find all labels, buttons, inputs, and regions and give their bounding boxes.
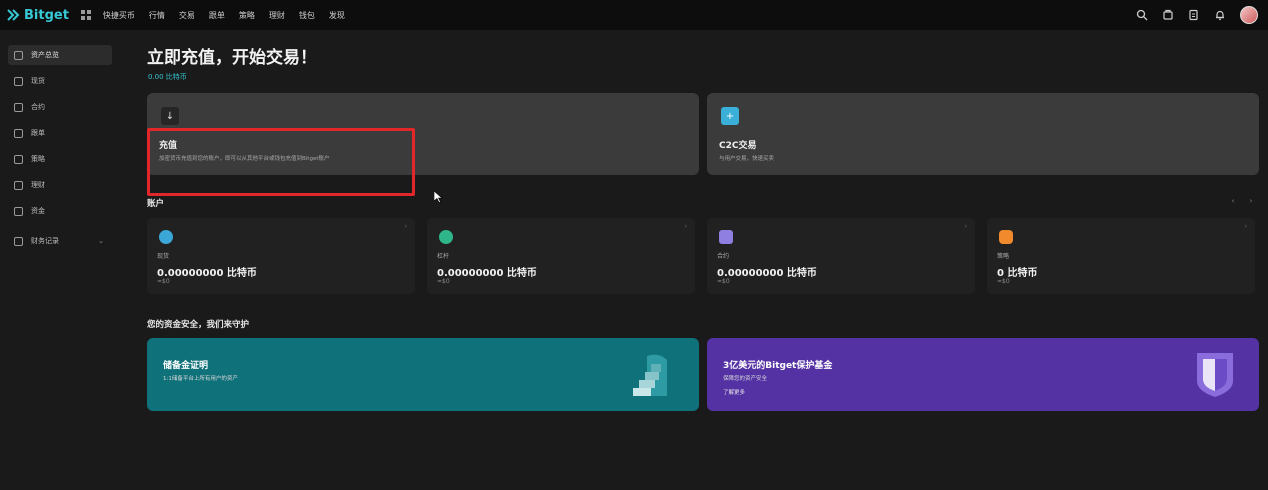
reserve-banner-desc: 1:1储备平台上所有用户的资产 bbox=[163, 376, 238, 382]
futures-icon bbox=[719, 230, 733, 244]
account-balance: 0.00000000 比特币 bbox=[717, 268, 817, 279]
robot-icon bbox=[999, 230, 1013, 244]
sidebar-item-contract[interactable]: 合约 bbox=[8, 97, 112, 117]
more-icon[interactable]: › bbox=[685, 223, 687, 230]
account-card-spot[interactable]: › 现货 0.00000000 比特币 ≈$0 bbox=[147, 218, 415, 294]
spot-icon bbox=[159, 230, 173, 244]
more-icon[interactable]: › bbox=[405, 223, 407, 230]
mouse-cursor-icon bbox=[434, 191, 442, 203]
sidebar-item-overview[interactable]: 资产总览 bbox=[8, 45, 112, 65]
topbar-actions bbox=[1136, 0, 1258, 30]
red-highlight-box bbox=[147, 128, 415, 196]
nav-markets[interactable]: 行情 bbox=[149, 10, 165, 21]
account-fiat: ≈$0 bbox=[717, 278, 730, 285]
shield-icon bbox=[1197, 353, 1233, 397]
account-fiat: ≈$0 bbox=[997, 278, 1010, 285]
nav-strategy[interactable]: 策略 bbox=[239, 10, 255, 21]
account-name: 杠杆 bbox=[437, 253, 450, 260]
more-icon[interactable]: › bbox=[965, 223, 967, 230]
c2c-icon: + bbox=[721, 107, 739, 125]
record-icon bbox=[14, 236, 23, 246]
apps-grid-icon[interactable] bbox=[80, 10, 91, 20]
download-arrow-icon: ↓ bbox=[161, 107, 179, 125]
overview-icon bbox=[14, 50, 23, 60]
main-nav: 快捷买币 行情 交易 跟单 策略 理财 钱包 发现 bbox=[103, 10, 345, 21]
learn-more-link[interactable]: 了解更多 bbox=[723, 388, 745, 396]
sidebar-item-label: 现货 bbox=[31, 77, 45, 85]
account-name: 合约 bbox=[717, 253, 730, 260]
sidebar-item-funds[interactable]: 资金 bbox=[8, 201, 112, 221]
sidebar-item-copy-trade[interactable]: 跟单 bbox=[8, 123, 112, 143]
account-fiat: ≈$0 bbox=[437, 278, 450, 285]
account-card-futures[interactable]: › 合约 0.00000000 比特币 ≈$0 bbox=[707, 218, 975, 294]
sidebar-item-strategy[interactable]: 策略 bbox=[8, 149, 112, 169]
sidebar-item-earn[interactable]: 理财 bbox=[8, 175, 112, 195]
sidebar-item-records[interactable]: 财务记录 ⌄ bbox=[8, 231, 112, 251]
nav-wallet[interactable]: 钱包 bbox=[299, 10, 315, 21]
accounts-section-title: 账户 bbox=[147, 199, 165, 209]
account-name: 现货 bbox=[157, 253, 170, 260]
nav-trade[interactable]: 交易 bbox=[179, 10, 195, 21]
brand-name: Bitget bbox=[24, 7, 69, 23]
page-title: 立即充值，开始交易！ bbox=[147, 48, 317, 68]
sidebar-item-label: 资金 bbox=[31, 207, 45, 215]
account-card-margin[interactable]: › 杠杆 0.00000000 比特币 ≈$0 bbox=[427, 218, 695, 294]
sidebar-item-label: 策略 bbox=[31, 155, 45, 163]
balance-link[interactable]: 0.00 比特币 bbox=[148, 72, 187, 82]
bitget-logo-icon bbox=[7, 9, 20, 21]
account-name: 策略 bbox=[997, 253, 1010, 260]
sidebar-item-label: 资产总览 bbox=[31, 51, 59, 59]
nav-earn[interactable]: 理财 bbox=[269, 10, 285, 21]
staircase-illustration-icon bbox=[633, 354, 667, 396]
account-balance: 0.00000000 比特币 bbox=[157, 268, 257, 279]
orders-icon[interactable] bbox=[1188, 9, 1200, 21]
sidebar-item-label: 理财 bbox=[31, 181, 45, 189]
copy-trade-icon bbox=[14, 128, 23, 138]
account-card-strategy[interactable]: › 策略 0 比特币 ≈$0 bbox=[987, 218, 1255, 294]
sidebar-item-label: 跟单 bbox=[31, 129, 45, 137]
fund-banner-desc: 保障您的资产安全 bbox=[723, 376, 768, 382]
account-balance: 0.00000000 比特币 bbox=[437, 268, 537, 279]
tag-icon bbox=[14, 76, 23, 86]
bitget-logo[interactable]: Bitget bbox=[6, 8, 69, 23]
protection-fund-banner[interactable]: 3亿美元的Bitget保护基金 保障您的资产安全 了解更多 bbox=[707, 338, 1259, 411]
nav-quick-buy[interactable]: 快捷买币 bbox=[103, 10, 135, 21]
sidebar: 资产总览 现货 合约 跟单 策略 理财 资金 财务记录 ⌄ bbox=[0, 30, 122, 490]
c2c-card-title: C2C交易 bbox=[719, 141, 757, 151]
next-arrow-icon[interactable]: › bbox=[1246, 197, 1256, 207]
funds-icon bbox=[14, 206, 23, 216]
earn-icon bbox=[14, 180, 23, 190]
prev-arrow-icon[interactable]: ‹ bbox=[1228, 197, 1238, 207]
top-navigation-bar: Bitget 快捷买币 行情 交易 跟单 策略 理财 钱包 发现 bbox=[0, 0, 1268, 30]
bell-icon[interactable] bbox=[1214, 9, 1226, 21]
chevron-down-icon: ⌄ bbox=[98, 237, 104, 245]
safety-section-title: 您的资金安全，我们来守护 bbox=[147, 320, 250, 330]
strategy-icon bbox=[14, 154, 23, 164]
c2c-card[interactable]: + C2C交易 与用户交易，快速买卖 bbox=[707, 93, 1259, 175]
sidebar-item-label: 合约 bbox=[31, 103, 45, 111]
margin-icon bbox=[439, 230, 453, 244]
fund-banner-title: 3亿美元的Bitget保护基金 bbox=[723, 361, 833, 371]
search-icon[interactable] bbox=[1136, 9, 1148, 21]
sidebar-item-label: 财务记录 bbox=[31, 237, 59, 245]
nav-copy-trade[interactable]: 跟单 bbox=[209, 10, 225, 21]
reserve-banner[interactable]: 储备金证明 1:1储备平台上所有用户的资产 bbox=[147, 338, 699, 411]
sidebar-item-spot[interactable]: 现货 bbox=[8, 71, 112, 91]
contract-icon bbox=[14, 102, 23, 112]
assets-icon[interactable] bbox=[1162, 9, 1174, 21]
account-fiat: ≈$0 bbox=[157, 278, 170, 285]
more-icon[interactable]: › bbox=[1245, 223, 1247, 230]
avatar[interactable] bbox=[1240, 6, 1258, 24]
account-balance: 0 比特币 bbox=[997, 268, 1038, 279]
nav-discover[interactable]: 发现 bbox=[329, 10, 345, 21]
c2c-card-desc: 与用户交易，快速买卖 bbox=[719, 156, 775, 162]
reserve-banner-title: 储备金证明 bbox=[163, 361, 209, 371]
